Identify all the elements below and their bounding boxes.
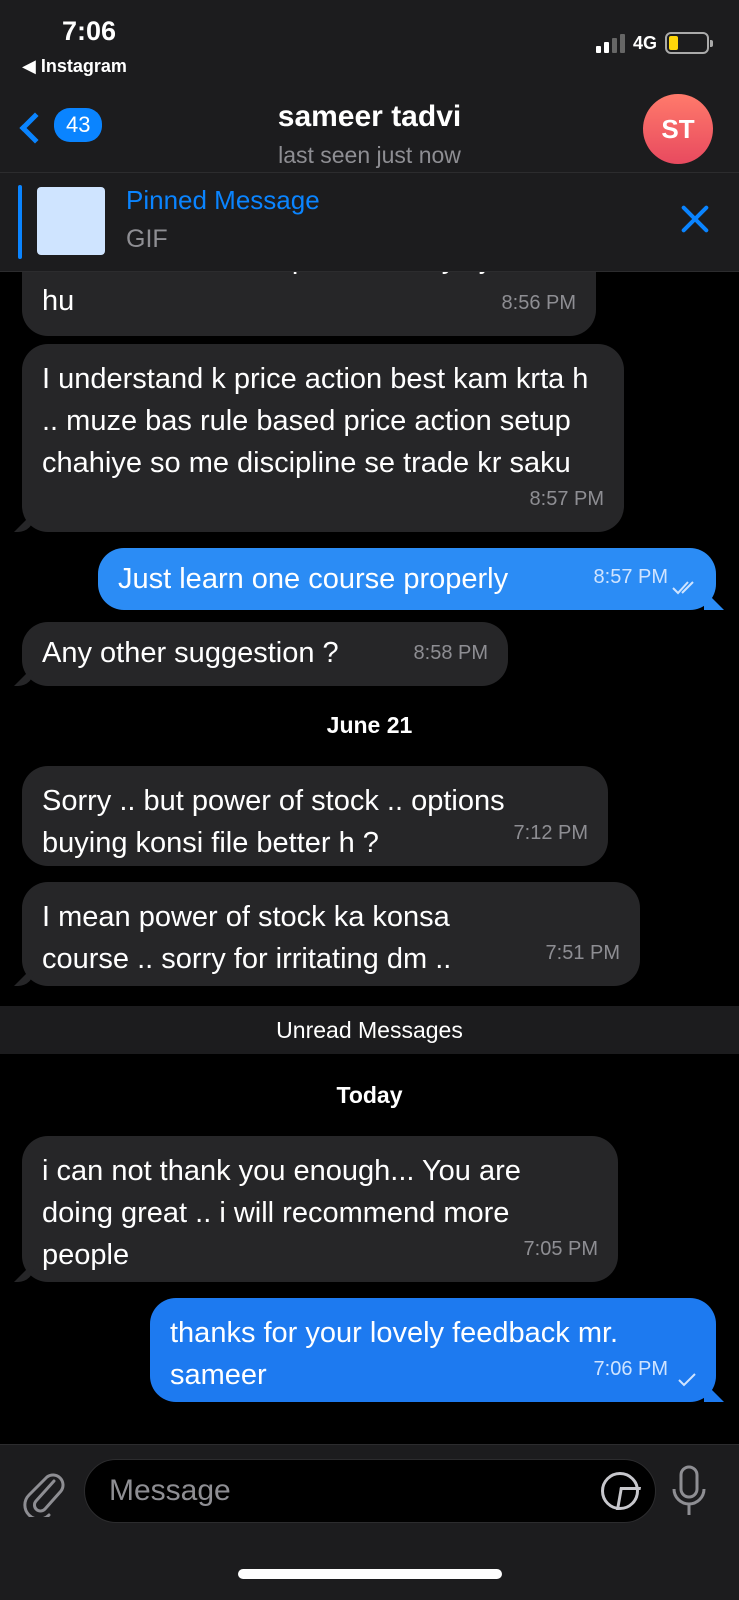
unread-messages-divider: Unread Messages: [0, 1006, 739, 1054]
message-bubble-in[interactable]: I understand k price action best kam krt…: [14, 344, 624, 532]
back-to-app-link[interactable]: ◀ Instagram: [22, 56, 127, 77]
chat-title-area[interactable]: sameer tadvi last seen just now: [0, 100, 739, 169]
check-icon: [678, 1373, 696, 1387]
compose-bar: Message: [0, 1444, 739, 1600]
avatar[interactable]: ST: [643, 94, 713, 164]
message-bubble-in[interactable]: frustrated .. course pr course kiye ja r…: [22, 272, 596, 336]
message-bubble-in[interactable]: Any other suggestion ? 8:58 PM: [14, 622, 508, 686]
pinned-thumbnail: [37, 187, 105, 255]
bubble-tail: [704, 1382, 724, 1402]
microphone-icon[interactable]: [669, 1463, 709, 1523]
signal-icon: [595, 33, 625, 53]
status-bar: 7:06 ◀ Instagram 4G: [0, 0, 739, 96]
pinned-subtitle: GIF: [126, 225, 168, 253]
battery-icon: [665, 32, 713, 54]
last-seen-status: last seen just now: [278, 142, 461, 168]
bubble-tail: [704, 590, 724, 610]
message-text: Sorry .. but power of stock .. options b…: [42, 785, 505, 859]
paperclip-icon[interactable]: [20, 1467, 66, 1517]
date-separator: June 21: [326, 712, 413, 738]
status-time: 7:06: [62, 16, 117, 46]
close-icon[interactable]: [679, 203, 711, 235]
message-time: 8:58 PM: [413, 642, 488, 664]
bubble-tail: [14, 666, 34, 686]
message-time: 8:57 PM: [529, 488, 604, 510]
message-bubble-out[interactable]: thanks for your lovely feedback mr. same…: [150, 1298, 724, 1402]
message-time: 7:05 PM: [523, 1238, 598, 1260]
message-bubble-in[interactable]: I mean power of stock ka konsa course ..…: [14, 882, 640, 986]
message-placeholder: Message: [109, 1474, 231, 1507]
bubble-tail: [14, 1262, 34, 1282]
pinned-accent-bar: [18, 185, 22, 259]
message-time: 7:06 PM: [593, 1358, 668, 1380]
message-input[interactable]: Message: [84, 1459, 656, 1523]
home-indicator: [238, 1569, 502, 1579]
network-type: 4G: [632, 32, 657, 53]
message-time: 8:57 PM: [593, 566, 668, 588]
pinned-title: Pinned Message: [126, 185, 320, 215]
pinned-message-bar[interactable]: Pinned Message GIF: [0, 172, 739, 272]
message-bubble-in[interactable]: Sorry .. but power of stock .. options b…: [22, 766, 608, 866]
message-bubble-in[interactable]: i can not thank you enough... You are do…: [14, 1136, 618, 1282]
message-text: frustrated .. course pr course kiye ja r…: [42, 272, 553, 317]
sticker-icon[interactable]: [601, 1472, 639, 1510]
double-check-icon: [672, 581, 694, 595]
message-time: 7:51 PM: [545, 942, 620, 964]
message-text: I understand k price action best kam krt…: [42, 363, 589, 479]
message-text: i can not thank you enough... You are do…: [42, 1155, 521, 1271]
message-time: 8:56 PM: [501, 292, 576, 314]
bubble-tail: [14, 512, 34, 532]
message-bubble-out[interactable]: Just learn one course properly 8:57 PM: [98, 548, 724, 610]
message-text: I mean power of stock ka konsa course ..…: [42, 901, 452, 975]
message-time: 7:12 PM: [513, 822, 588, 844]
chat-title: sameer tadvi: [277, 100, 462, 133]
date-separator: Today: [336, 1082, 403, 1108]
bubble-tail: [14, 966, 34, 986]
message-list[interactable]: frustrated .. course pr course kiye ja r…: [0, 272, 739, 1444]
status-indicators: 4G: [595, 32, 713, 54]
chat-header: 43 sameer tadvi last seen just now ST: [0, 94, 739, 172]
